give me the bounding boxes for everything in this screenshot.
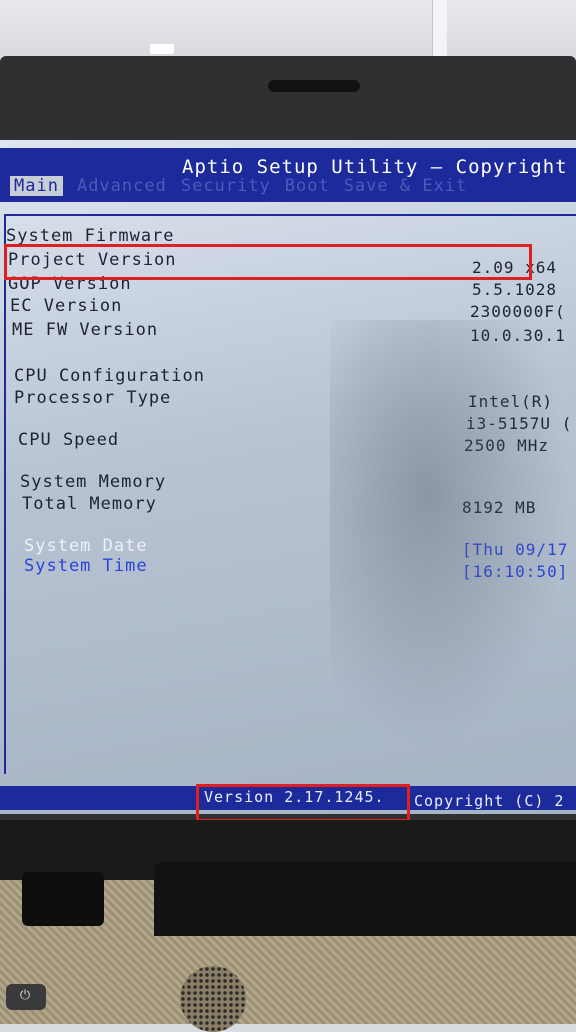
me-fw-version-value: 10.0.30.1 [470,326,566,345]
bios-screen: Aptio Setup Utility – Copyright Main Adv… [0,140,576,814]
bios-copyright-text: Copyright (C) 2 [414,792,565,810]
webcam-slot [268,80,360,92]
tab-save-exit[interactable]: Save & Exit [344,176,468,196]
bios-title: Aptio Setup Utility – Copyright [182,156,568,178]
ec-version-label: EC Version [10,296,123,316]
project-version-highlight-box [4,244,532,280]
system-time-label[interactable]: System Time [24,556,148,576]
total-memory-value: 8192 MB [462,498,537,517]
processor-type-value-line2: i3-5157U ( [466,414,573,433]
system-time-value[interactable]: [16:10:50] [462,562,568,581]
tab-main[interactable]: Main [10,176,63,196]
panel-top-border [4,214,576,216]
bios-tab-bar: Main Advanced Security Boot Save & Exit [10,176,467,196]
panel-left-border [4,214,6,774]
power-icon: ⏻ [19,988,31,1003]
ec-version-value: 2300000F( [470,302,566,321]
screen-reflection [330,320,570,750]
system-firmware-heading: System Firmware [6,226,175,246]
tab-security[interactable]: Security [181,176,271,196]
processor-type-value-line1: Intel(R) [468,392,554,411]
hinge-right [154,862,576,936]
cpu-speed-value: 2500 MHz [464,436,550,455]
hinge-left [22,872,104,926]
tab-advanced[interactable]: Advanced [77,176,167,196]
processor-type-label: Processor Type [14,388,172,408]
cpu-configuration-heading: CPU Configuration [14,366,205,386]
speaker-grille [180,966,246,1032]
tab-boot[interactable]: Boot [285,176,330,196]
system-date-value[interactable]: [Thu 09/17 [462,540,568,559]
cpu-speed-label: CPU Speed [18,430,120,450]
gop-version-value: 5.5.1028 [472,280,558,299]
version-highlight-box [196,784,410,822]
system-date-label[interactable]: System Date [24,536,148,556]
system-memory-heading: System Memory [20,472,167,492]
me-fw-version-label: ME FW Version [12,320,159,340]
total-memory-label: Total Memory [22,494,157,514]
ceiling-light [150,44,174,54]
background-pole [432,0,447,64]
